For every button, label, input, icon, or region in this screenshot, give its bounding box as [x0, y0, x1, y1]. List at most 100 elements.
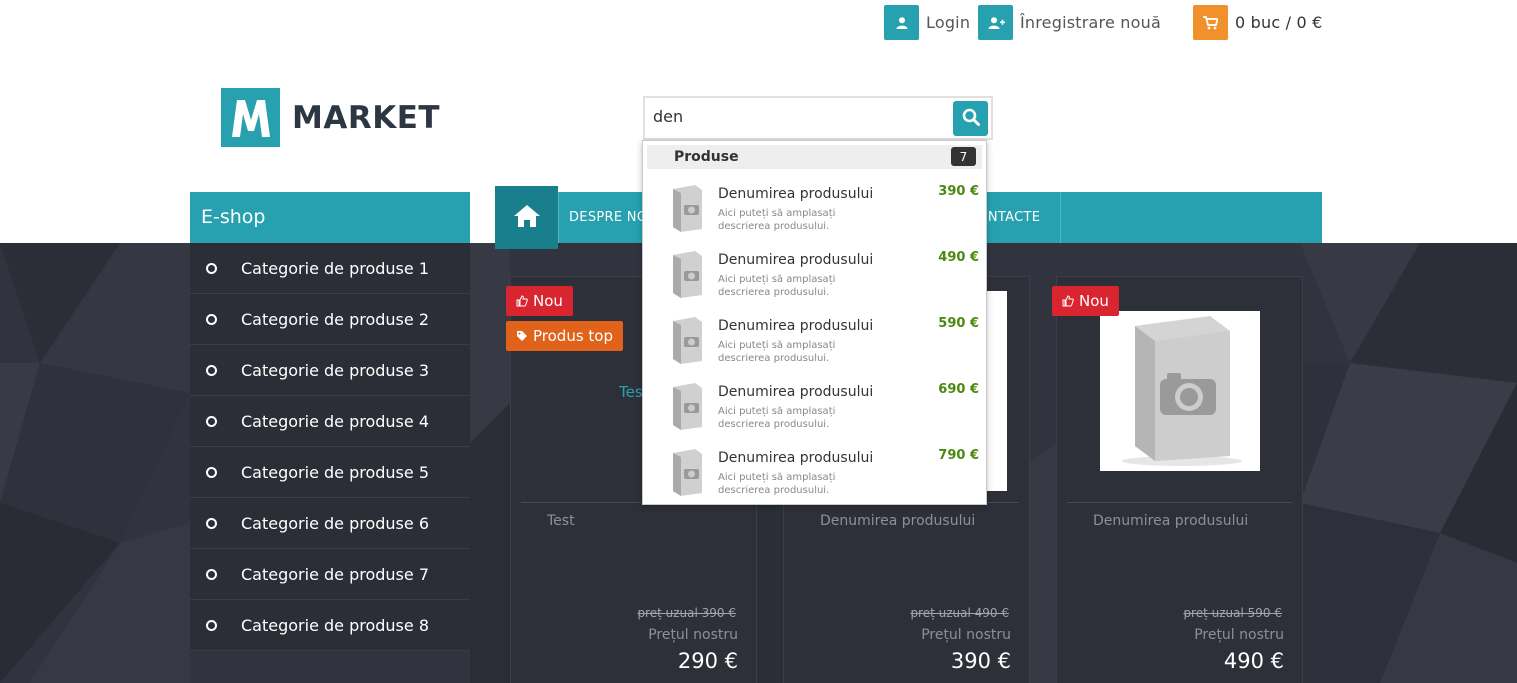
search-input[interactable]: [653, 107, 943, 126]
home-icon: [513, 204, 541, 232]
eshop-title[interactable]: E-shop: [190, 192, 470, 243]
cart-button[interactable]: 0 buc / 0 €: [1193, 5, 1323, 40]
suggestions-heading: Produse: [674, 149, 739, 165]
top-product-badge: Produs top: [506, 321, 623, 351]
our-price-label: Prețul nostru: [648, 627, 738, 643]
suggestion-desc: Aici puteți să amplasați descrierea prod…: [718, 472, 836, 496]
category-item[interactable]: Categorie de produse 1: [190, 243, 470, 294]
register-label: Înregistrare nouă: [1020, 13, 1161, 32]
suggestions-count: 7: [951, 147, 976, 166]
product-price: 390 €: [950, 649, 1011, 673]
logo-mark: [221, 88, 280, 147]
our-price-label: Prețul nostru: [1194, 627, 1284, 643]
search-suggestions: Produse 7 Denumirea produsului Aici pute…: [642, 140, 987, 505]
circle-icon: [206, 262, 217, 274]
search-box: [643, 96, 993, 140]
nav-divider: [558, 192, 559, 243]
product-name[interactable]: Denumirea produsului: [1093, 513, 1248, 529]
circle-icon: [206, 364, 217, 376]
product-box-icon: [673, 383, 702, 430]
nav-about[interactable]: DESPRE NOI: [569, 210, 642, 225]
category-label: Categorie de produse 2: [241, 309, 429, 329]
product-image[interactable]: [1100, 311, 1260, 471]
category-item[interactable]: Categorie de produse 5: [190, 447, 470, 498]
circle-icon: [206, 415, 217, 427]
suggestion-name: Denumirea produsului: [718, 252, 874, 268]
category-list: Categorie de produse 1 Categorie de prod…: [190, 243, 470, 651]
category-item[interactable]: Categorie de produse 7: [190, 549, 470, 600]
thumbs-up-icon: [1062, 295, 1074, 307]
category-label: Categorie de produse 8: [241, 615, 429, 635]
suggestion-price: 490 €: [938, 250, 979, 265]
category-item[interactable]: Categorie de produse 6: [190, 498, 470, 549]
product-price: 290 €: [677, 649, 738, 673]
product-box-icon: [673, 185, 702, 232]
suggestion-item[interactable]: Denumirea produsului Aici puteți să ampl…: [643, 372, 986, 438]
suggestion-desc: Aici puteți să amplasați descrierea prod…: [718, 406, 836, 430]
category-item[interactable]: Categorie de produse 4: [190, 396, 470, 447]
search-icon: [962, 108, 980, 130]
site-logo[interactable]: MARKET: [221, 88, 440, 147]
suggestion-desc: Aici puteți să amplasați descrierea prod…: [718, 208, 836, 232]
suggestion-desc: Aici puteți să amplasați descrierea prod…: [718, 274, 836, 298]
product-link[interactable]: Tes: [619, 383, 643, 401]
product-price: 490 €: [1223, 649, 1284, 673]
suggestion-name: Denumirea produsului: [718, 318, 874, 334]
category-label: Categorie de produse 4: [241, 411, 429, 431]
new-badge-label: Nou: [533, 292, 563, 310]
old-price: preț uzual 490 €: [910, 606, 1009, 620]
category-label: Categorie de produse 3: [241, 360, 429, 380]
category-item[interactable]: Categorie de produse 2: [190, 294, 470, 345]
search-button[interactable]: [953, 101, 988, 136]
category-item[interactable]: Categorie de produse 8: [190, 600, 470, 651]
suggestion-desc: Aici puteți să amplasați descrierea prod…: [718, 340, 836, 364]
product-box-icon: [673, 317, 702, 364]
tag-icon: [517, 331, 527, 341]
suggestion-name: Denumirea produsului: [718, 186, 874, 202]
suggestion-price: 790 €: [938, 448, 979, 463]
top-product-badge-label: Produs top: [533, 327, 613, 345]
logo-text: MARKET: [292, 99, 441, 136]
suggestion-item[interactable]: Denumirea produsului Aici puteți să ampl…: [643, 174, 986, 240]
product-name[interactable]: Denumirea produsului: [820, 513, 975, 529]
category-label: Categorie de produse 7: [241, 564, 429, 584]
old-price: preț uzual 590 €: [1183, 606, 1282, 620]
divider: [1067, 502, 1292, 503]
suggestion-price: 590 €: [938, 316, 979, 331]
category-label: Categorie de produse 6: [241, 513, 429, 533]
old-price: preț uzual 390 €: [637, 606, 736, 620]
new-badge-label: Nou: [1079, 292, 1109, 310]
suggestion-name: Denumirea produsului: [718, 450, 874, 466]
circle-icon: [206, 568, 217, 580]
home-button[interactable]: [495, 186, 558, 249]
category-label: Categorie de produse 1: [241, 258, 429, 278]
suggestion-item[interactable]: Denumirea produsului Aici puteți să ampl…: [643, 240, 986, 306]
user-icon: [884, 5, 919, 40]
new-badge: Nou: [1052, 286, 1119, 316]
circle-icon: [206, 466, 217, 478]
product-name[interactable]: Test: [547, 513, 575, 529]
circle-icon: [206, 517, 217, 529]
suggestion-item[interactable]: Denumirea produsului Aici puteți să ampl…: [643, 438, 986, 504]
our-price-label: Prețul nostru: [921, 627, 1011, 643]
login-button[interactable]: Login: [884, 5, 970, 40]
suggestion-item[interactable]: Denumirea produsului Aici puteți să ampl…: [643, 306, 986, 372]
thumbs-up-icon: [516, 295, 528, 307]
product-card[interactable]: Denumirea produsului preț uzual 590 € Pr…: [1056, 276, 1303, 683]
suggestion-name: Denumirea produsului: [718, 384, 874, 400]
suggestion-price: 390 €: [938, 184, 979, 199]
camera-box-icon: [1122, 316, 1242, 466]
suggestion-price: 690 €: [938, 382, 979, 397]
circle-icon: [206, 619, 217, 631]
category-label: Categorie de produse 5: [241, 462, 429, 482]
circle-icon: [206, 313, 217, 325]
nav-divider: [1060, 192, 1061, 243]
add-user-icon: [978, 5, 1013, 40]
login-label: Login: [926, 13, 971, 32]
cart-icon: [1193, 5, 1228, 40]
register-button[interactable]: Înregistrare nouă: [978, 5, 1161, 40]
cart-summary: 0 buc / 0 €: [1235, 13, 1323, 32]
category-item[interactable]: Categorie de produse 3: [190, 345, 470, 396]
product-box-icon: [673, 251, 702, 298]
new-badge: Nou: [506, 286, 573, 316]
